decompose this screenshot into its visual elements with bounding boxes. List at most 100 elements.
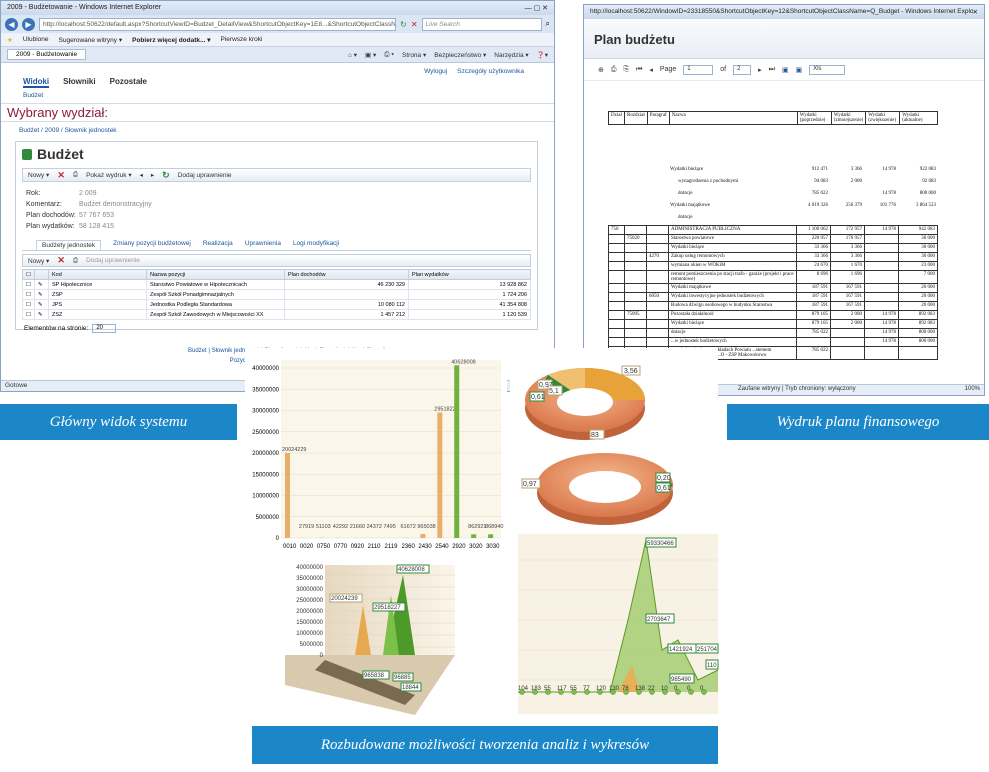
nav-tab-dictionaries[interactable]: Słowniki [63,77,95,88]
zoom-level[interactable]: 100% [965,386,980,394]
report-cell-roz [624,319,647,329]
first-page-icon[interactable]: ⏮ [636,66,642,74]
grid-delete-icon[interactable]: ✕ [57,255,65,266]
print-icon[interactable]: ⎙ ▾ [384,51,394,59]
table-row[interactable]: ☐ ✎ JPS Jednostka Podległa Standardowa 1… [22,299,531,310]
nav-tab-views[interactable]: Widoki [23,77,50,88]
row-checkbox[interactable]: ☐ [22,279,35,290]
save-icon[interactable]: ▣ [782,66,789,74]
last-page-icon[interactable]: ⏭ [769,66,775,74]
column-header-dochody[interactable]: Plan dochodów [284,269,409,280]
summary-row: dotacje [608,211,938,223]
column-header-kod[interactable]: Kod [48,269,147,280]
summary-name: Wydatki bieżące [670,166,704,172]
add-permission-button[interactable]: Dodaj uprawnienie [178,172,232,179]
command-tools[interactable]: Narzędzia ▾ [494,51,528,59]
refresh-icon[interactable]: ↻ [162,170,170,181]
back-icon[interactable]: ◀ [5,17,18,31]
tab-permissions[interactable]: Uprawnienia [245,240,281,250]
window-controls[interactable]: ✕ [973,8,978,16]
command-security[interactable]: Bezpieczeństwo ▾ [434,51,486,59]
row-checkbox[interactable]: ☐ [22,299,35,310]
new-button[interactable]: Nowy ▾ [28,171,49,179]
grid-print-icon[interactable]: ⎙ [73,257,78,265]
fav-item[interactable]: Pierwsze kroki [221,36,263,43]
table-row[interactable]: ☐ ✎ ZSZ Zespół Szkół Zawodowych w Miejsc… [22,309,531,320]
area-label: 1421924 [669,647,693,653]
prev-page-icon[interactable]: ◂ [649,66,653,74]
browser-tab[interactable]: 2009 - Budżetowanie [7,49,87,60]
top-breadcrumb[interactable]: Budżet [1,88,554,104]
save-as-icon[interactable]: ▣ [796,66,803,74]
row-edit-icon[interactable]: ✎ [34,279,49,290]
caption-printout: Wydruk planu finansowego [727,404,989,440]
budget-icon [22,148,32,160]
grid-add-permission-button[interactable]: Dodaj uprawnienie [86,257,140,264]
cell-dochody: 1 457 212 [284,309,409,320]
report-col-header: Dział [608,111,625,125]
report-cell-a: 785 022 [796,346,831,360]
row-edit-icon[interactable]: ✎ [34,299,49,310]
page-label: Page [659,66,677,73]
next-icon[interactable]: ▸ [151,171,154,179]
help-icon[interactable]: ❓▾ [537,51,548,59]
column-header-nazwa[interactable]: Nazwa pozycji [146,269,285,280]
user-details-link[interactable]: Szczegóły użytkownika [457,68,524,75]
tab-unit-budgets[interactable]: Budżety jednostek [36,240,102,250]
feeds-icon[interactable]: ▣ ▾ [365,51,376,59]
show-printout-button[interactable]: Pokaż wydruk ▾ [86,171,132,179]
report-cell-b: 3 366 [830,252,865,262]
fav-item[interactable]: Pobierz więcej dodatk... ▾ [132,36,210,44]
page-input[interactable]: 1 [683,64,714,75]
select-all-checkbox[interactable]: ☐ [22,269,35,280]
forward-icon[interactable]: ▶ [22,17,35,31]
report-cell-a: 1 100 062 [796,225,831,235]
tab-realization[interactable]: Realizacja [203,240,233,250]
print-icon[interactable]: ⎙ [611,66,617,74]
x-tick-label: 0010 [283,544,297,550]
breadcrumb[interactable]: Budżet / 2009 / Słownik jednostek [1,122,554,139]
favorites-label[interactable]: Ulubione [23,36,49,43]
zoom-icon[interactable]: ⊕ [598,66,604,74]
search-icon[interactable]: ⌕ [546,19,550,29]
row-checkbox[interactable]: ☐ [22,289,35,300]
home-icon[interactable]: ⌂ ▾ [348,51,357,59]
table-row[interactable]: ☐ ✎ ZSP Zespół Szkół Ponadgimnazjalnych … [22,289,531,300]
y-tick-label: 35000000 [296,576,323,582]
favorites-star-icon[interactable]: ★ [7,36,13,44]
report-row: 75095 Pozostała działalność 879 105 2 000 14… [608,310,938,320]
stop-icon[interactable]: ✕ [411,20,418,29]
cell-dochody [284,289,409,300]
row-checkbox[interactable]: ☐ [22,309,35,320]
command-page[interactable]: Strona ▾ [402,51,426,59]
search-input[interactable]: Live Search [421,17,542,31]
export-icon[interactable]: ⎘ [623,66,629,74]
report-cell-par [646,234,669,244]
grid-new-button[interactable]: Nowy ▾ [28,257,49,265]
url-input[interactable]: http://localhost:50622/default.aspx?Shor… [39,17,397,31]
print-preview-icon[interactable]: ⎙ [73,171,78,179]
tab-item-changes[interactable]: Zmiany pozycji budżetowej [113,240,191,250]
format-select[interactable]: Xls [809,64,846,75]
summary-row: wynagrodzenia z pochodnymi 94 083 2 000 92 … [608,175,938,187]
nav-tab-other[interactable]: Pozostałe [110,77,147,88]
column-header-wydatki[interactable]: Plan wydatków [408,269,531,280]
report-cell-d: 20 000 [898,292,938,302]
detail-panel: Budżet Nowy ▾ ✕ ⎙ Pokaż wydruk ▾ ◂ ▸ ↻ D… [15,141,538,333]
logout-link[interactable]: Wyloguj [424,68,447,75]
fav-item[interactable]: Sugerowane witryny ▾ [59,36,123,44]
next-page-icon[interactable]: ▸ [758,66,762,74]
delete-icon[interactable]: ✕ [57,170,65,181]
x-tick-label: 0770 [334,544,348,550]
window-controls[interactable]: — ▢ ✕ [525,4,548,12]
cell-kod: ZSP [48,289,147,300]
report-cell-roz [624,337,647,347]
prev-icon[interactable]: ◂ [140,171,143,179]
table-row[interactable]: ☐ ✎ SP Hipotecznice Starostwo Powiatowe … [22,279,531,290]
report-cell-b: 167 591 [830,283,865,293]
row-edit-icon[interactable]: ✎ [34,309,49,320]
row-edit-icon[interactable]: ✎ [34,289,49,300]
refresh-icon[interactable]: ↻ [400,20,407,29]
tab-logs[interactable]: Logi modyfikacji [293,240,339,250]
page-size-select[interactable]: 20 [92,324,117,333]
